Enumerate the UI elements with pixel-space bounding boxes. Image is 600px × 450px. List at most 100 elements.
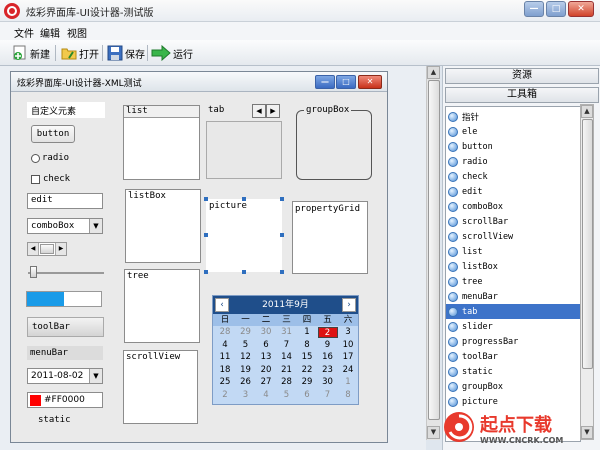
scroll-thumb[interactable] [40, 244, 54, 254]
sample-combobox[interactable]: comboBox ▼ [27, 218, 103, 234]
toolbox-item[interactable]: 指针 [446, 109, 580, 124]
tab-left-arrow-icon[interactable]: ◀ [252, 104, 266, 118]
scroll-down-arrow-icon[interactable]: ▼ [427, 426, 440, 439]
calendar-day-selected[interactable]: 2 [317, 327, 338, 338]
calendar-day[interactable]: 5 [236, 340, 256, 351]
sample-propertygrid[interactable]: propertyGrid [292, 201, 368, 274]
sample-toolbar[interactable]: toolBar [27, 317, 104, 337]
calendar-day[interactable]: 21 [277, 365, 297, 376]
chevron-down-icon[interactable]: ▼ [89, 219, 102, 233]
designer-maximize-button[interactable]: □ [336, 75, 356, 89]
toolbox-item[interactable]: toolBar [446, 349, 580, 364]
toolbox-item[interactable]: slider [446, 319, 580, 334]
sample-color-picker[interactable]: #FF0000 [27, 392, 103, 408]
calendar-day[interactable]: 7 [318, 390, 338, 401]
toolbox-item[interactable]: static [446, 364, 580, 379]
toolbox-item[interactable]: edit [446, 184, 580, 199]
sample-date-picker[interactable]: 2011-08-02 ▼ [27, 368, 103, 384]
scrollbar-thumb[interactable] [582, 119, 593, 369]
calendar-next-month-icon[interactable]: › [342, 298, 356, 312]
toolbox-item[interactable]: button [446, 139, 580, 154]
save-button[interactable]: 保存 [107, 44, 145, 62]
calendar-day[interactable]: 29 [297, 377, 317, 388]
resize-handle[interactable] [280, 233, 284, 237]
toolbox-item[interactable]: comboBox [446, 199, 580, 214]
calendar-day[interactable]: 23 [318, 365, 338, 376]
menu-edit[interactable]: 编辑 [40, 25, 60, 40]
sample-list[interactable]: list [123, 105, 200, 180]
sample-listbox[interactable]: listBox [125, 189, 201, 263]
sample-slider[interactable] [28, 266, 104, 278]
scroll-up-arrow-icon[interactable]: ▲ [581, 105, 593, 118]
calendar-day[interactable]: 8 [297, 340, 317, 351]
calendar-day[interactable]: 2 [215, 390, 235, 401]
calendar-day[interactable]: 22 [297, 365, 317, 376]
sample-radio[interactable]: radio [31, 153, 69, 163]
calendar-day[interactable]: 28 [215, 327, 235, 338]
calendar-day[interactable]: 3 [338, 327, 358, 338]
designer-minimize-button[interactable]: — [315, 75, 335, 89]
toolbox-item[interactable]: list [446, 244, 580, 259]
sample-tab-body[interactable] [206, 121, 282, 179]
calendar-day[interactable]: 15 [297, 352, 317, 363]
resize-handle[interactable] [280, 270, 284, 274]
tab-toolbox[interactable]: 工具箱 [445, 87, 599, 103]
scroll-left-arrow-icon[interactable]: ◀ [28, 243, 39, 255]
toolbox-item[interactable]: progressBar [446, 334, 580, 349]
calendar-day[interactable]: 25 [215, 377, 235, 388]
calendar-day[interactable]: 13 [256, 352, 276, 363]
calendar-day[interactable]: 10 [338, 340, 358, 351]
calendar-day[interactable]: 16 [318, 352, 338, 363]
tab-resources[interactable]: 资源 [445, 68, 599, 84]
scroll-right-arrow-icon[interactable]: ▶ [55, 243, 66, 255]
toolbox-item[interactable]: tree [446, 274, 580, 289]
resize-handle[interactable] [204, 233, 208, 237]
calendar-day[interactable]: 17 [338, 352, 358, 363]
sample-edit-field[interactable]: edit [27, 193, 103, 209]
calendar-day[interactable]: 12 [236, 352, 256, 363]
toolbox-item[interactable]: groupBox [446, 379, 580, 394]
sample-scrollview[interactable]: scrollView [123, 350, 198, 424]
sample-groupbox[interactable] [296, 110, 372, 180]
resize-handle[interactable] [204, 270, 208, 274]
resize-handle[interactable] [242, 197, 246, 201]
designer-close-button[interactable]: ✕ [358, 75, 382, 89]
slider-handle[interactable] [30, 266, 37, 278]
minimize-button[interactable]: — [524, 1, 544, 17]
close-button[interactable]: ✕ [568, 1, 594, 17]
resize-handle[interactable] [204, 197, 208, 201]
designer-title-bar[interactable]: 炫彩界面库-UI设计器-XML测试 — □ ✕ [11, 72, 387, 92]
calendar-day[interactable]: 4 [215, 340, 235, 351]
scroll-up-arrow-icon[interactable]: ▲ [427, 66, 440, 79]
new-button[interactable]: 新建 [12, 44, 50, 62]
calendar-day[interactable]: 6 [256, 340, 276, 351]
calendar-day[interactable]: 27 [256, 377, 276, 388]
maximize-button[interactable]: □ [546, 1, 566, 17]
calendar-day[interactable]: 19 [236, 365, 256, 376]
scrollbar-thumb[interactable] [428, 80, 440, 420]
calendar-day[interactable]: 1 [297, 327, 317, 338]
sample-menubar[interactable]: menuBar [27, 346, 103, 360]
toolbox-item[interactable]: listBox [446, 259, 580, 274]
calendar-day[interactable]: 29 [236, 327, 256, 338]
sample-button[interactable]: button [31, 125, 75, 143]
calendar-day[interactable]: 4 [256, 390, 276, 401]
sample-tree[interactable]: tree [124, 269, 200, 343]
resize-handle[interactable] [280, 197, 284, 201]
calendar-day[interactable]: 30 [256, 327, 276, 338]
calendar-day[interactable]: 11 [215, 352, 235, 363]
calendar-day[interactable]: 20 [256, 365, 276, 376]
toolbox-item[interactable]: scrollView [446, 229, 580, 244]
toolbox-item[interactable]: scrollBar [446, 214, 580, 229]
calendar-day[interactable]: 8 [338, 390, 358, 401]
calendar-day[interactable]: 7 [277, 340, 297, 351]
sample-calendar[interactable]: 2011年9月 ‹ › 日一二三四五六 28 29 30 31 1 2 3 4 5 6 7 8 9 10 1… [212, 295, 359, 405]
sample-checkbox[interactable]: check [31, 174, 70, 184]
toolbox-item[interactable]: tab [446, 304, 580, 319]
tab-right-arrow-icon[interactable]: ▶ [266, 104, 280, 118]
toolbox-item[interactable]: radio [446, 154, 580, 169]
calendar-day[interactable]: 26 [236, 377, 256, 388]
calendar-prev-month-icon[interactable]: ‹ [215, 298, 229, 312]
calendar-day[interactable]: 3 [236, 390, 256, 401]
toolbox-item[interactable]: ele [446, 124, 580, 139]
